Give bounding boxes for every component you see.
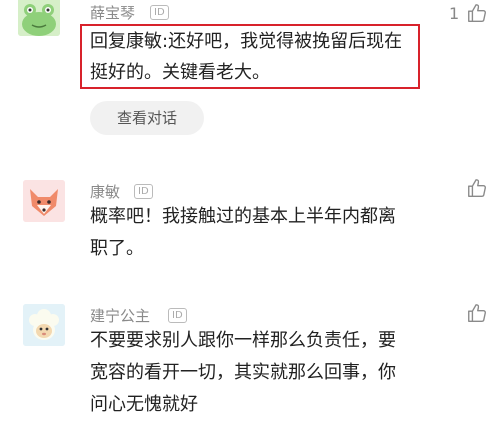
comment-text-line: 问心无愧就好 xyxy=(90,394,198,415)
frog-icon xyxy=(18,0,60,36)
id-badge: ID xyxy=(150,5,169,20)
comment-text-line: 挺好的。关键看老大。 xyxy=(90,62,270,83)
avatar-fox[interactable] xyxy=(23,180,65,222)
view-conversation-button[interactable]: 查看对话 xyxy=(90,101,204,135)
username[interactable]: 康敏 xyxy=(90,181,120,202)
username[interactable]: 薛宝琴 xyxy=(90,2,135,23)
id-badge: ID xyxy=(134,184,153,199)
comment-text-line: 宽容的看开一切，其实就那么回事，你 xyxy=(90,362,396,383)
id-badge: ID xyxy=(168,308,187,323)
like-count: 1 xyxy=(449,4,460,23)
avatar-sheep[interactable] xyxy=(23,304,65,346)
avatar-frog[interactable] xyxy=(18,0,60,36)
thumbs-up-icon[interactable] xyxy=(466,302,488,324)
thumbs-up-icon[interactable] xyxy=(466,177,488,199)
thumbs-up-icon[interactable] xyxy=(466,2,488,24)
comment-text-line: 职了。 xyxy=(90,238,144,259)
comment-text-line: 概率吧！我接触过的基本上半年内都离 xyxy=(90,206,396,227)
fox-icon xyxy=(23,180,65,222)
username[interactable]: 建宁公主 xyxy=(90,305,150,326)
comment-text-line: 回复康敏:还好吧，我觉得被挽留后现在 xyxy=(90,31,403,52)
comment-text-line: 不要要求别人跟你一样那么负责任，要 xyxy=(90,330,396,351)
sheep-icon xyxy=(23,304,65,346)
